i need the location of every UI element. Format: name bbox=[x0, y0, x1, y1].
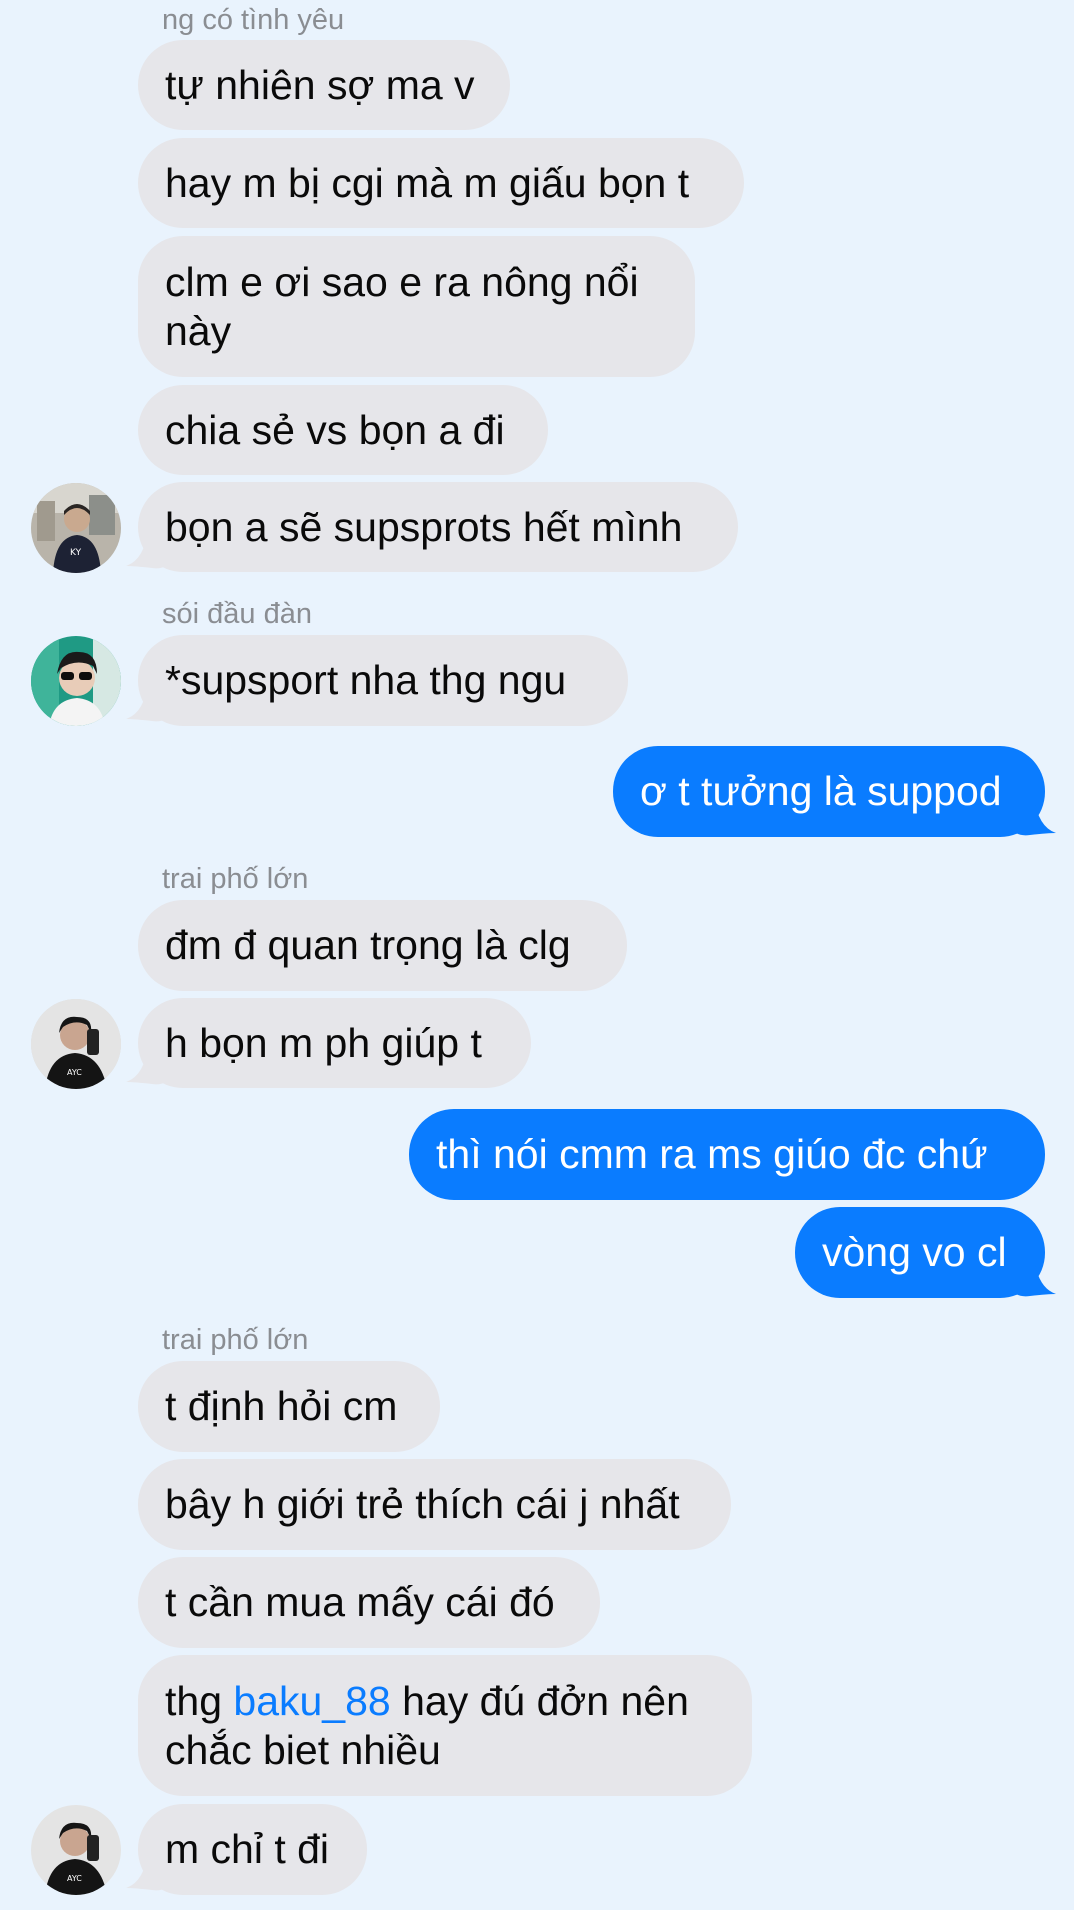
message-text: vòng vo cl bbox=[822, 1229, 1007, 1275]
svg-text:AYC: AYC bbox=[67, 1068, 82, 1077]
message-text: hay m bị cgi mà m giấu bọn t bbox=[165, 159, 690, 206]
sender-name: ng có tình yêu bbox=[162, 4, 345, 36]
avatar-photo-icon: KY bbox=[31, 483, 121, 573]
message-text-line: clm e ơi sao e ra nông nổi bbox=[165, 258, 639, 305]
incoming-message-bubble[interactable]: t định hỏi cm bbox=[138, 1361, 440, 1452]
incoming-message-bubble[interactable]: h bọn m ph giúp t bbox=[138, 998, 531, 1088]
message-text: clm e ơi sao e ra nông nổi này bbox=[165, 258, 639, 356]
outgoing-message-bubble[interactable]: vòng vo cl bbox=[795, 1207, 1045, 1298]
message-text: h bọn m ph giúp t bbox=[165, 1019, 482, 1066]
avatar[interactable]: AYC bbox=[31, 999, 121, 1089]
incoming-message-bubble[interactable]: đm đ quan trọng là clg bbox=[138, 900, 627, 991]
incoming-message-bubble[interactable]: chia sẻ vs bọn a đi bbox=[138, 385, 548, 475]
outgoing-message-bubble[interactable]: ơ t tưởng là suppod bbox=[613, 746, 1045, 837]
bubble-tail bbox=[1010, 797, 1056, 836]
sender-name: trai phố lớn bbox=[162, 863, 309, 895]
avatar-photo-icon bbox=[31, 636, 121, 726]
incoming-message-bubble[interactable]: hay m bị cgi mà m giấu bọn t bbox=[138, 138, 744, 228]
incoming-message-bubble[interactable]: tự nhiên sợ ma v bbox=[138, 40, 510, 130]
avatar-photo-icon: AYC bbox=[31, 1805, 121, 1895]
svg-text:AYC: AYC bbox=[67, 1874, 82, 1883]
user-mention-link[interactable]: baku_88 bbox=[233, 1678, 390, 1724]
message-text-prefix: thg bbox=[165, 1677, 234, 1724]
message-text: chia sẻ vs bọn a đi bbox=[165, 406, 505, 453]
svg-text:KY: KY bbox=[70, 548, 82, 558]
message-text: ơ t tưởng là suppod bbox=[640, 768, 1002, 814]
message-text-line: chắc biet nhiều bbox=[165, 1726, 441, 1773]
message-text-suffix: hay đú đởn nên bbox=[390, 1677, 689, 1724]
avatar[interactable] bbox=[31, 636, 121, 726]
sender-name: sói đầu đàn bbox=[162, 598, 312, 630]
message-text: đm đ quan trọng là clg bbox=[165, 922, 571, 968]
outgoing-message-bubble[interactable]: thì nói cmm ra ms giúo đc chứ bbox=[409, 1109, 1045, 1200]
avatar[interactable]: KY bbox=[31, 483, 121, 573]
avatar-photo-icon: AYC bbox=[31, 999, 121, 1089]
sender-name: trai phố lớn bbox=[162, 1324, 309, 1356]
incoming-message-bubble[interactable]: thg baku_88 hay đú đởn nên chắc biet nhi… bbox=[138, 1655, 752, 1796]
message-text: tự nhiên sợ ma v bbox=[165, 61, 475, 108]
message-text: *supsport nha thg ngu bbox=[165, 657, 567, 703]
message-text: t cần mua mấy cái đó bbox=[165, 1579, 555, 1625]
incoming-message-bubble[interactable]: *supsport nha thg ngu bbox=[138, 635, 628, 726]
incoming-message-bubble[interactable]: t cần mua mấy cái đó bbox=[138, 1557, 600, 1648]
message-text: bây h giới trẻ thích cái j nhất bbox=[165, 1481, 680, 1527]
message-text: thg baku_88 hay đú đởn nên chắc biet nhi… bbox=[165, 1677, 689, 1775]
message-text-line: thg baku_88 hay đú đởn nên bbox=[165, 1677, 689, 1726]
message-text: t định hỏi cm bbox=[165, 1383, 398, 1429]
message-text: thì nói cmm ra ms giúo đc chứ bbox=[436, 1131, 988, 1177]
incoming-message-bubble[interactable]: clm e ơi sao e ra nông nổi này bbox=[138, 236, 695, 377]
incoming-message-bubble[interactable]: m chỉ t đi bbox=[138, 1804, 367, 1895]
bubble-tail bbox=[1010, 1258, 1056, 1297]
message-text: m chỉ t đi bbox=[165, 1826, 330, 1872]
incoming-message-bubble[interactable]: bây h giới trẻ thích cái j nhất bbox=[138, 1459, 731, 1550]
message-text-line: này bbox=[165, 307, 232, 354]
incoming-message-bubble[interactable]: bọn a sẽ supsprots hết mình bbox=[138, 482, 738, 572]
message-text: bọn a sẽ supsprots hết mình bbox=[165, 503, 683, 550]
avatar[interactable]: AYC bbox=[31, 1805, 121, 1895]
